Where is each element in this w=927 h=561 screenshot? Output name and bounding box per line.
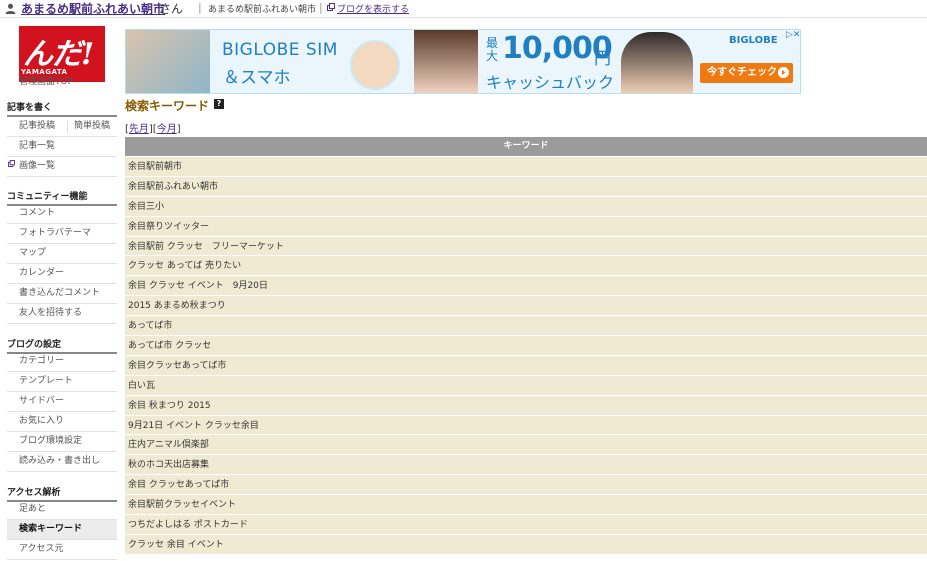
table-row: クラッセ 余目 イベント — [125, 534, 927, 555]
section-write: 記事を書く — [7, 100, 117, 117]
sidebar-item-map[interactable]: マップ — [7, 244, 117, 264]
table-row: 余目駅前 クラッセ フリーマーケット — [125, 236, 927, 257]
table-row: あってば市 クラッセ — [125, 336, 927, 356]
sidebar-item-label: 書き込んだコメント — [19, 288, 101, 298]
sidebar-item-label: カテゴリー — [19, 356, 65, 366]
sidebar-item-label: 画像一覧 — [19, 161, 56, 171]
ad-photo-girl — [621, 32, 693, 93]
sidebar-item-images[interactable]: 画像一覧 — [7, 157, 117, 177]
sidebar-item-favorites[interactable]: お気に入り — [7, 412, 117, 432]
sidebar-item-import-export[interactable]: 読み込み・書き出し — [7, 452, 117, 472]
table-row: あってば市 — [125, 316, 927, 337]
ad-photo-man — [350, 40, 400, 90]
bracket: ][ — [148, 124, 157, 135]
top-bar: あまるめ駅前ふれあい朝市 さん | あまるめ駅前ふれあい朝市 | ブログを表示す… — [0, 0, 927, 18]
separator: | — [319, 1, 323, 14]
external-window-icon — [8, 160, 15, 167]
sidebar-item-label: アクセス元 — [19, 544, 64, 554]
sidebar-item-photo-theme[interactable]: フォトラバテーマ — [7, 224, 117, 244]
table-row: 余目駅前朝市 — [125, 157, 927, 177]
sidebar-item-label: 足あと — [19, 504, 47, 514]
sidebar-item-written-comments[interactable]: 書き込んだコメント — [7, 284, 117, 304]
ad-photo-family — [126, 30, 210, 93]
sidebar-item-label: フォトラバテーマ — [19, 228, 91, 238]
table-row: 余目クラッセあってば市 — [125, 355, 927, 376]
sidebar-item-label: コメント — [19, 208, 56, 218]
table-row: 秋のホコ天出店募集 — [125, 455, 927, 476]
sidebar-item-label: ブログ環境設定 — [19, 436, 83, 446]
table-row: 余目駅前クラッセイベント — [125, 495, 927, 516]
keyword-table: 余目駅前朝市 余目駅前ふれあい朝市 余目三小 余目祭りツイッター 余目駅前 クラ… — [125, 157, 927, 555]
sidebar-item-post-list[interactable]: 記事一覧 — [7, 137, 117, 157]
table-row: 余目駅前ふれあい朝市 — [125, 176, 927, 197]
table-row: 2015 あまるめ秋まつり — [125, 296, 927, 317]
last-month-link[interactable]: 先月 — [129, 124, 149, 135]
ad-sim-text: BIGLOBE SIM — [222, 40, 338, 60]
sidebar-item-post[interactable]: 記事投稿 — [19, 117, 55, 136]
honorific-text: さん — [159, 2, 184, 16]
ad-photo-woman — [414, 30, 478, 93]
sidebar-item-label: マップ — [19, 248, 47, 258]
sidebar: んだ! YAMAGATA 管理画面TOP 記事を書く 記事投稿 簡単投稿 記事一… — [0, 17, 122, 561]
sidebar-item-label: 検索キーワード — [19, 524, 83, 534]
divider — [67, 120, 68, 133]
table-row: 余目祭りツイッター — [125, 216, 927, 237]
table-row: 余目 クラッセ イベント 9月20日 — [125, 276, 927, 297]
external-window-icon — [327, 3, 335, 11]
ad-cta-label: 今すぐチェック — [707, 67, 777, 78]
table-row: クラッセ あってば 売りたい — [125, 256, 927, 277]
sidebar-item-invite-friends[interactable]: 友人を招待する — [7, 304, 117, 324]
bracket: ] — [176, 124, 181, 135]
table-row: 余目 クラッセあってば市 — [125, 475, 927, 496]
ad-banner[interactable]: BIGLOBE SIM ＆スマホ 最大 10,000 円 キャッシュバック BI… — [125, 29, 801, 94]
table-row: 9月21日 イベント クラッセ余目 — [125, 415, 927, 436]
period-selector: [先月][今月] — [125, 120, 181, 135]
sidebar-item-comment[interactable]: コメント — [7, 204, 117, 224]
separator: | — [198, 1, 202, 14]
sidebar-item-label: お気に入り — [19, 416, 65, 426]
sidebar-item-footprints[interactable]: 足あと — [7, 500, 117, 520]
table-row: 庄内アニマル倶楽部 — [125, 435, 927, 456]
arrow-right-icon — [778, 67, 789, 78]
adchoices-close-icon[interactable]: ▷✕ — [786, 30, 800, 40]
table-row: 白い瓦 — [125, 375, 927, 396]
ad-max-text: 最大 — [486, 36, 499, 63]
sidebar-item-simple-post[interactable]: 簡単投稿 — [74, 117, 110, 136]
sidebar-item-category[interactable]: カテゴリー — [7, 352, 117, 372]
blog-owner-link[interactable]: あまるめ駅前ふれあい朝市 — [21, 0, 165, 17]
post-row: 記事投稿 簡単投稿 — [7, 117, 117, 137]
sidebar-item-label: サイドバー — [19, 396, 65, 406]
user-icon — [5, 3, 16, 14]
show-blog-link[interactable]: ブログを表示する — [337, 2, 409, 15]
ad-cta-button[interactable]: 今すぐチェック — [700, 63, 793, 83]
admin-top-link[interactable]: 管理画面TOP — [19, 74, 73, 87]
this-month-link[interactable]: 今月 — [157, 124, 177, 135]
table-row: 余目 秋まつり 2015 — [125, 395, 927, 416]
ad-cashback-text: キャッシュバック — [486, 73, 615, 92]
keyword-column-header: キーワード — [125, 137, 927, 156]
ad-smartphone-text: ＆スマホ — [223, 68, 291, 88]
help-icon[interactable]: ? — [214, 99, 224, 109]
sidebar-item-referrers[interactable]: アクセス元 — [7, 540, 117, 560]
sidebar-item-search-keywords[interactable]: 検索キーワード — [7, 520, 117, 540]
sidebar-item-template[interactable]: テンプレート — [7, 372, 117, 392]
sidebar-item-sidebar[interactable]: サイドバー — [7, 392, 117, 412]
page-title: 検索キーワード — [125, 99, 210, 113]
sidebar-item-label: 読み込み・書き出し — [19, 456, 101, 466]
logo-text: んだ! — [23, 37, 94, 72]
sidebar-item-label: カレンダー — [19, 268, 65, 278]
sidebar-item-label: テンプレート — [19, 376, 73, 386]
table-row: つちだよしはる ポストカード — [125, 515, 927, 535]
biglobe-logo: BIGLOBE — [729, 35, 778, 46]
sidebar-item-calendar[interactable]: カレンダー — [7, 264, 117, 284]
blog-title: あまるめ駅前ふれあい朝市 — [208, 5, 317, 15]
table-row: 余目三小 — [125, 196, 927, 217]
sidebar-item-label: 記事一覧 — [19, 141, 56, 151]
sidebar-item-label: 友人を招待する — [19, 308, 83, 318]
ad-yen: 円 — [594, 49, 611, 69]
sidebar-item-blog-env[interactable]: ブログ環境設定 — [7, 432, 117, 452]
